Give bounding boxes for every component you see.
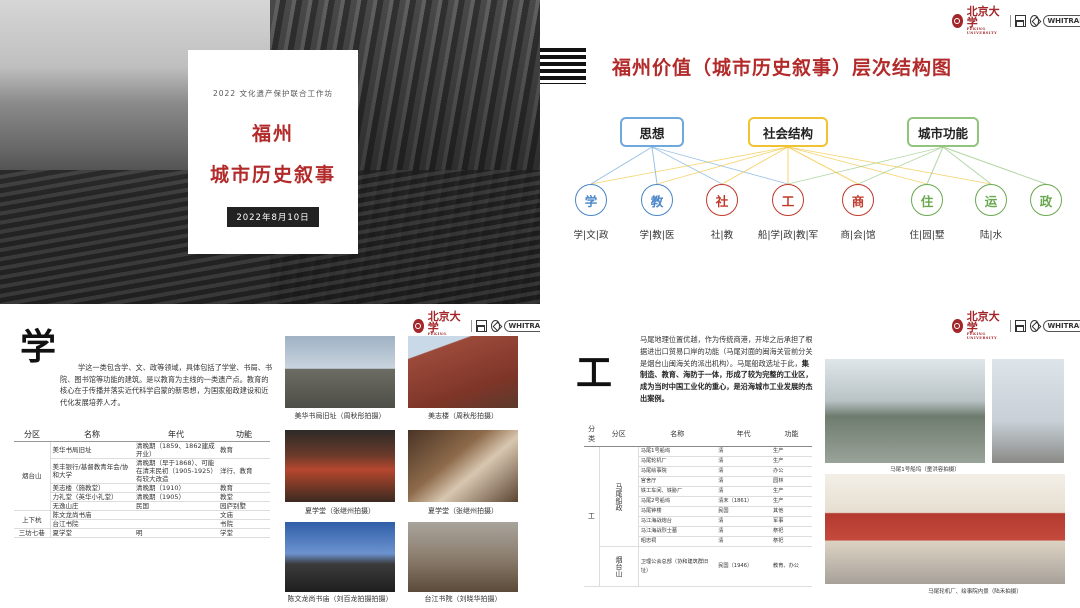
node-zheng: 政 [1030,184,1062,216]
connector-line [787,146,944,185]
node-jiao: 教 [641,184,673,216]
caption-dock: 马尾1号船坞（童洪容拍摄） [890,467,960,473]
connector-line [857,146,944,185]
caption-2: 美志楼（周秋彤拍摄） [428,412,498,420]
whitrap-logo: WHITRAP [504,319,540,332]
hierarchy-slide: 北京大学PEKING UNIVERSITY WHITRAP 福州价值（城市历史叙… [540,0,1080,304]
cover-date: 2022年8月10日 [227,207,319,227]
connector-line [787,146,859,185]
xue-description: 学这一类包含学、文、政等领域，具体包括了学堂、书局、书院、图书馆等功能的建筑。是… [60,363,273,407]
photo-xia-school-1 [285,430,395,502]
photo-mawei-dock-1 [825,359,985,463]
table-row: 烟台山 卫理公会总部（协和建筑群旧址） 民国（1946） 教育、办公 [584,546,812,587]
col-function: 功能 [218,428,270,442]
connector-line [942,146,992,185]
connector-line [787,146,928,185]
photo-meizhi-building [408,336,518,408]
table-row: 工 马尾船政 马尾1号船坞清生产 [584,446,812,587]
caption-4: 夏学堂（张继州拍摄） [428,507,498,515]
photo-meihua-press [285,336,395,408]
unesco-temple-icon [475,319,487,332]
title-card: 2022 文化遗产保护联合工作坊 福州 城市历史叙事 2022年8月10日 [188,50,358,254]
whitrap-logo: WHITRAP [1043,319,1080,332]
section-character: 工 [576,352,613,394]
world-heritage-icon [490,319,501,332]
caption-1: 美华书局旧址（周秋彤拍摄） [294,412,386,420]
caption-workshop: 马尾轮机厂、绘事院内景（陆禾拍摄） [928,589,1022,595]
caption-5: 陈文龙尚书庙（刘百龙拍摄拍摄） [287,595,393,603]
xue-table: 分区 名称 年代 功能 烟台山 美华书局旧址 清晚期（1859、1862建成开业… [14,428,270,538]
table-row: 烟台山 美华书局旧址 清晚期（1859、1862建成开业） 教育 [14,441,270,511]
connector-line [651,146,658,185]
logo-divider [1009,319,1011,332]
section-character: 学 [20,326,57,368]
table-row: 美志楼（施教堂） 清晚期（1910） 教育 [14,483,270,493]
photo-xia-school-2 [408,430,518,502]
gong-slide: 北京大学PEKING UNIVERSITY WHITRAP 工 马尾地理位置优越… [540,304,1080,608]
workshop-subtitle: 2022 文化遗产保护联合工作坊 [213,89,333,98]
node-label-yun: 陆|水 [979,230,1003,241]
photo-mawei-workshop [825,474,1065,584]
category-thought: 思想 [620,117,684,147]
connector-line [787,146,992,185]
cover-title-line1: 福州 [251,123,294,145]
table-row: 力礼堂（英华小礼堂） 清晚期（1905） 教堂 [14,492,270,502]
world-heritage-icon [1029,319,1040,332]
hierarchy-connectors [590,146,1047,185]
col-name: 名称 [50,428,134,442]
pku-logo: 北京大学PEKING UNIVERSITY [966,310,1000,340]
col-district: 分区 [14,428,50,442]
unesco-temple-icon [1014,319,1026,332]
node-shang: 商 [842,184,874,216]
caption-6: 台江书院（刘晓华拍摄） [424,595,502,603]
table-row: 美丰银行/基督教青年会/协和大学 清晚期（早于1868）、可能在清末民初（190… [14,458,270,484]
gong-table: 分类 分区 名称 年代 功能 工 马尾船政 马尾1号船坞清生产 马尾轮机厂清生产… [584,422,812,587]
logo-bar: 北京大学PEKING UNIVERSITY WHITRAP [952,311,1080,340]
node-she: 社 [706,184,738,216]
table-row: 无逸山庄 民国 园庐别墅 [14,501,270,511]
logo-divider [470,319,472,332]
node-gong: 工 [772,184,804,216]
node-xue: 学 [575,184,607,216]
node-zhu: 住 [911,184,943,216]
col-era: 年代 [134,428,218,442]
connector-line [721,146,789,185]
table-row: 三坊七巷 夏学堂 明 学堂 [14,528,270,538]
caption-3: 夏学堂（张继州拍摄） [305,507,375,515]
photo-chen-wenlong-temple [285,522,395,592]
pku-seal-icon [413,318,424,333]
cover-title-line2: 城市历史叙事 [209,164,336,186]
category-urban-function: 城市功能 [907,117,979,147]
connector-line [651,146,723,185]
photo-taijiang-academy [408,522,518,592]
pku-seal-icon [952,318,963,333]
node-yun: 运 [975,184,1007,216]
category-social-structure: 社会结构 [748,117,828,147]
xue-slide: 北京大学PEKING UNIVERSITY WHITRAP 学 学这一类包含学、… [0,304,540,608]
photo-mawei-crane [992,359,1064,463]
table-row: 台江书院 书院 [14,519,270,529]
cover-slide: 2022 文化遗产保护联合工作坊 福州 城市历史叙事 2022年8月10日 [0,0,540,304]
table-row: 上下杭 陈文龙尚书庙 文庙 [14,510,270,529]
gong-description: 马尾地理位置优越，作为传统商港，开埠之后承担了根据进出口贸易口岸的功能（马尾对面… [640,335,813,403]
